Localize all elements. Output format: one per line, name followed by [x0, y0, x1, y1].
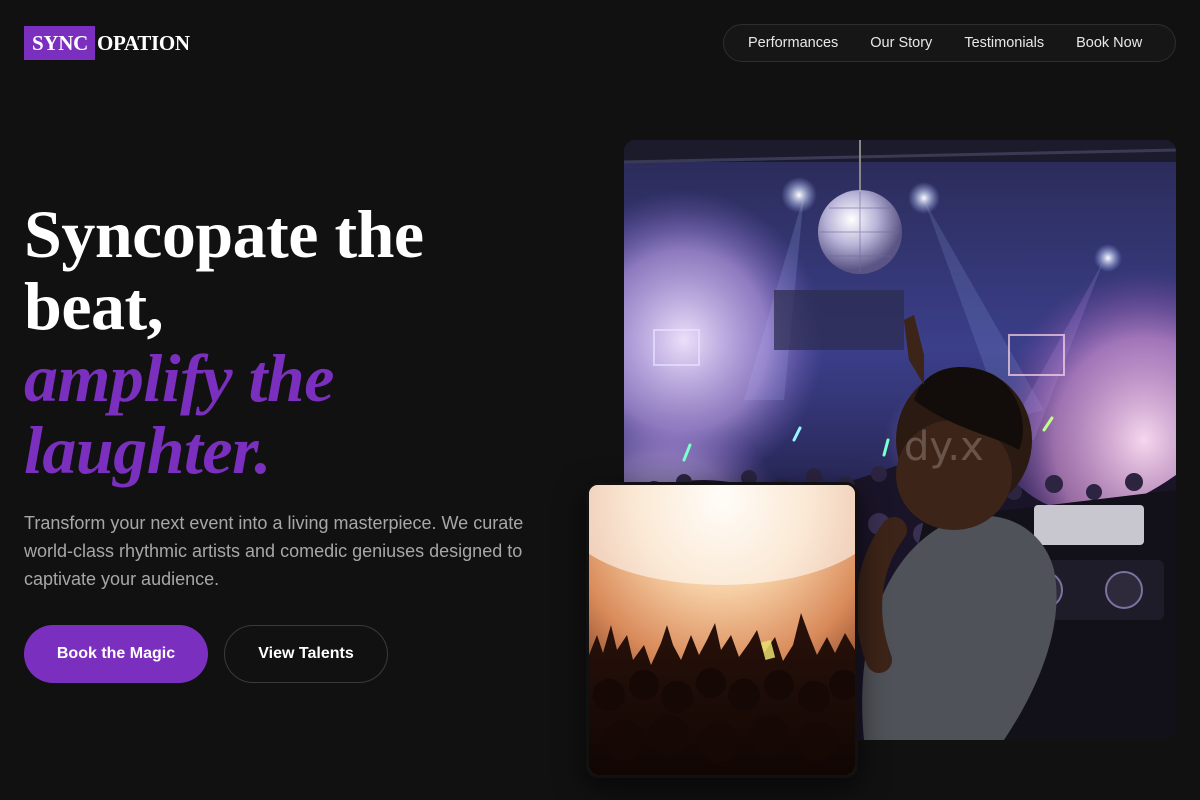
nav-book-now[interactable]: Book Now	[1076, 35, 1142, 51]
nav-performances[interactable]: Performances	[748, 35, 838, 51]
logo-highlight: SYNC	[24, 26, 95, 60]
hero-description: Transform your next event into a living …	[24, 513, 524, 589]
book-the-magic-button[interactable]: Book the Magic	[24, 625, 208, 683]
view-talents-button[interactable]: View Talents	[224, 625, 388, 683]
logo[interactable]: SYNC OPATION	[24, 26, 190, 60]
nav-testimonials[interactable]: Testimonials	[964, 35, 1044, 51]
svg-text:dy.x: dy.x	[904, 424, 984, 470]
headline-line-3: amplify the	[24, 340, 334, 416]
main-nav: Performances Our Story Testimonials Book…	[723, 24, 1176, 62]
headline-line-2: beat,	[24, 268, 164, 344]
nav-our-story[interactable]: Our Story	[870, 35, 932, 51]
concert-crowd-photo	[586, 482, 858, 778]
headline-line-4: laughter.	[24, 412, 271, 488]
logo-text: OPATION	[96, 30, 190, 55]
hero-headline: Syncopate the beat, amplify the laughter…	[24, 198, 584, 486]
headline-line-1: Syncopate the	[24, 196, 424, 272]
